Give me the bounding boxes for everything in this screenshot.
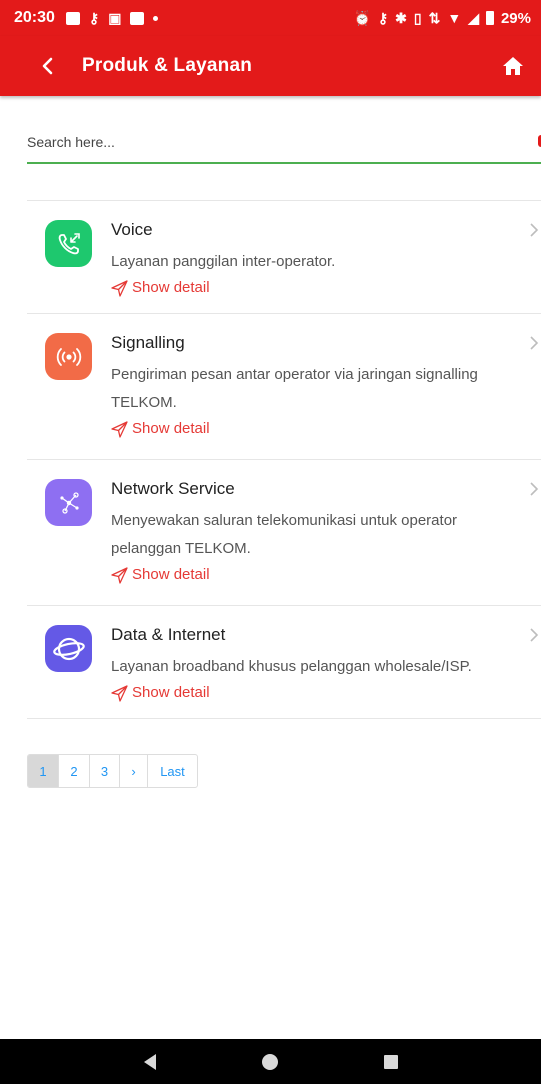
battery-percent: 29% — [500, 9, 531, 27]
status-bar: 20:30 ⚷ ▣ ⏰ ⚷ ✱ ▯ ⇅ ▼ ◢ 29% — [0, 0, 541, 36]
signal-broadcast-icon — [45, 333, 92, 380]
list-item[interactable]: Data & Internet Layanan broadband khusus… — [27, 606, 541, 719]
wifi-icon: ▼ — [447, 10, 462, 26]
show-detail-label: Show detail — [132, 566, 210, 583]
search-bar — [27, 122, 541, 164]
photo-notification-icon — [130, 11, 145, 25]
briefcase-icon: ▣ — [108, 10, 122, 26]
data-arrows-icon: ⇅ — [428, 10, 441, 26]
chevron-right-icon — [530, 628, 539, 642]
product-list: Voice Layanan panggilan inter-operator. … — [27, 200, 541, 719]
circle-home-icon — [262, 1053, 279, 1070]
item-description: Layanan panggilan inter-operator. — [111, 253, 336, 270]
home-nav-button[interactable] — [250, 1042, 290, 1082]
image-notification-icon — [65, 11, 80, 25]
send-icon — [111, 420, 128, 438]
network-nodes-icon — [45, 479, 92, 526]
phone-call-icon — [45, 220, 92, 267]
show-detail-link[interactable]: Show detail — [111, 277, 501, 299]
next-page-button[interactable]: › — [120, 755, 148, 787]
item-description: Menyewakan saluran telekomunikasi untuk … — [111, 512, 458, 557]
system-nav-bar — [0, 1039, 541, 1084]
bluetooth-icon: ✱ — [395, 10, 407, 26]
list-item[interactable]: Network Service Menyewakan saluran telek… — [27, 460, 541, 606]
page-title: Produk & Layanan — [82, 55, 253, 76]
item-title: Data & Internet — [111, 625, 226, 644]
last-page-button[interactable]: Last — [148, 755, 197, 787]
home-button[interactable] — [489, 36, 537, 96]
item-title: Voice — [111, 220, 153, 239]
send-icon — [111, 684, 128, 702]
recents-nav-button[interactable] — [371, 1042, 411, 1082]
vpn-key-icon: ⚷ — [377, 10, 389, 26]
show-detail-label: Show detail — [132, 420, 210, 437]
key-icon: ⚷ — [88, 10, 100, 26]
page-3-button[interactable]: 3 — [90, 755, 120, 787]
triangle-back-icon — [144, 1053, 157, 1070]
battery-icon — [485, 11, 494, 25]
show-detail-label: Show detail — [132, 684, 210, 701]
item-title: Signalling — [111, 333, 185, 352]
chevron-right-icon — [530, 336, 539, 350]
item-description: Layanan broadband khusus pelanggan whole… — [111, 658, 472, 675]
chevron-right-icon — [530, 482, 539, 496]
alarm-icon: ⏰ — [353, 10, 371, 26]
square-recents-icon — [383, 1054, 398, 1069]
item-title: Network Service — [111, 479, 235, 498]
vibrate-icon: ▯ — [413, 10, 422, 26]
status-time: 20:30 — [14, 9, 55, 26]
planet-icon — [45, 625, 92, 672]
list-item[interactable]: Signalling Pengiriman pesan antar operat… — [27, 314, 541, 460]
back-button[interactable] — [0, 36, 56, 96]
show-detail-link[interactable]: Show detail — [111, 564, 501, 586]
show-detail-link[interactable]: Show detail — [111, 418, 501, 440]
back-nav-button[interactable] — [130, 1042, 170, 1082]
list-item[interactable]: Voice Layanan panggilan inter-operator. … — [27, 201, 541, 314]
back-arrow-icon — [42, 57, 53, 75]
send-icon — [111, 566, 128, 584]
item-description: Pengiriman pesan antar operator via jari… — [111, 366, 478, 411]
cell-signal-icon: ◢ — [468, 10, 479, 26]
show-detail-link[interactable]: Show detail — [111, 682, 501, 704]
app-bar: Produk & Layanan — [0, 36, 541, 96]
show-detail-label: Show detail — [132, 279, 210, 296]
send-icon — [111, 279, 128, 297]
home-icon — [503, 57, 523, 75]
more-notifications-icon — [153, 15, 159, 21]
page-2-button[interactable]: 2 — [59, 755, 90, 787]
search-input[interactable] — [27, 122, 541, 162]
pagination: 1 2 3 › Last — [27, 754, 198, 788]
page-1-button[interactable]: 1 — [28, 755, 59, 787]
chevron-right-icon — [530, 223, 539, 237]
